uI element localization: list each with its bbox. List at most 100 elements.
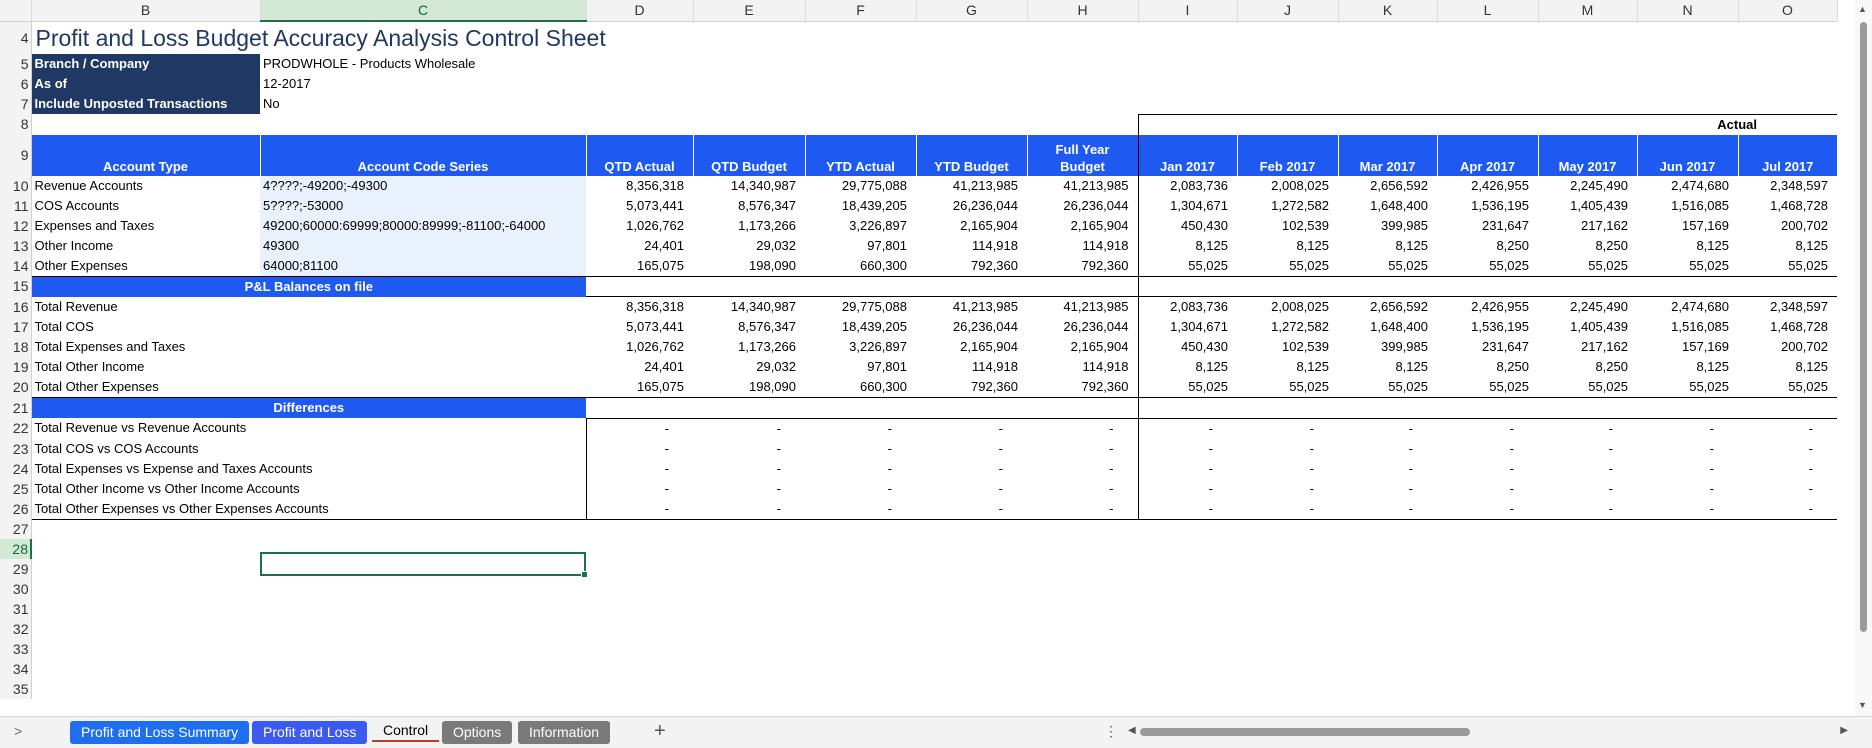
cell[interactable] [1637, 21, 1738, 54]
value-cell[interactable]: 1,405,439 [1538, 317, 1637, 337]
difference-label[interactable]: Total Revenue vs Revenue Accounts [31, 418, 586, 439]
cell[interactable] [31, 559, 260, 579]
cell[interactable] [693, 74, 805, 94]
cell[interactable] [1138, 539, 1237, 559]
column-header-c[interactable]: C [260, 0, 587, 22]
cell[interactable] [1237, 54, 1338, 74]
cell[interactable] [1538, 679, 1637, 699]
value-cell[interactable]: - [1338, 479, 1437, 499]
value-cell[interactable]: - [1437, 498, 1538, 520]
value-cell[interactable]: 1,536,195 [1437, 196, 1538, 216]
cell[interactable] [1027, 659, 1138, 679]
value-cell[interactable]: 3,226,897 [805, 216, 916, 236]
value-cell[interactable]: - [916, 498, 1027, 520]
cell[interactable] [1738, 94, 1837, 114]
value-cell[interactable]: - [1637, 439, 1738, 459]
cell[interactable] [1637, 539, 1738, 559]
cell[interactable] [586, 639, 693, 659]
value-cell[interactable]: - [585, 418, 693, 439]
cell[interactable] [31, 639, 260, 659]
cell[interactable] [1027, 539, 1138, 559]
row-header[interactable]: 11 [0, 195, 32, 216]
value-cell[interactable]: 114,918 [1027, 236, 1138, 256]
cell[interactable] [1027, 679, 1138, 699]
vertical-scroll-thumb[interactable] [1860, 22, 1867, 632]
difference-label[interactable]: Total COS vs COS Accounts [31, 439, 586, 459]
cell[interactable] [31, 679, 260, 699]
row-header[interactable]: 19 [0, 357, 32, 377]
cell[interactable] [31, 114, 260, 135]
spreadsheet-grid[interactable]: B C D E F G H I J K L M N O 4 Profit and Loss Budget Ac… [0, 0, 1838, 699]
value-cell[interactable]: - [805, 418, 916, 439]
value-cell[interactable]: 55,025 [1137, 377, 1237, 398]
cell[interactable] [1237, 397, 1338, 419]
cell[interactable] [1738, 74, 1837, 94]
value-cell[interactable]: 29,032 [693, 236, 805, 256]
value-cell[interactable]: - [805, 459, 916, 479]
cell[interactable] [1437, 559, 1538, 579]
parameter-value[interactable]: 12-2017 [260, 74, 586, 94]
value-cell[interactable]: - [1137, 498, 1237, 520]
row-header[interactable]: 31 [0, 599, 32, 619]
row-header[interactable]: 12 [0, 215, 32, 236]
value-cell[interactable]: - [1738, 418, 1837, 439]
value-cell[interactable]: 8,576,347 [693, 317, 805, 337]
value-cell[interactable]: 102,539 [1237, 216, 1338, 236]
cell[interactable] [1437, 276, 1538, 297]
cell[interactable] [1637, 659, 1738, 679]
cell[interactable] [1738, 599, 1837, 619]
value-cell[interactable]: - [1738, 459, 1837, 479]
value-cell[interactable]: 792,360 [916, 377, 1027, 398]
value-cell[interactable]: - [693, 459, 805, 479]
cell[interactable] [805, 559, 916, 579]
cell[interactable] [916, 579, 1027, 599]
cell[interactable] [693, 519, 805, 539]
value-cell[interactable]: - [693, 418, 805, 439]
value-cell[interactable]: - [585, 458, 693, 479]
cell[interactable] [1437, 21, 1538, 54]
value-cell[interactable]: - [1027, 459, 1138, 479]
difference-label[interactable]: Total Expenses vs Expense and Taxes Acco… [31, 459, 586, 479]
cell[interactable] [1138, 519, 1237, 539]
column-header-o[interactable]: O [1738, 0, 1838, 22]
cell[interactable] [916, 276, 1027, 297]
cell[interactable] [1437, 539, 1538, 559]
column-header-h[interactable]: H [1027, 0, 1139, 22]
value-cell[interactable]: 8,125 [1738, 236, 1837, 256]
cell[interactable] [1738, 276, 1837, 297]
cell[interactable] [916, 54, 1027, 74]
cell[interactable] [1637, 599, 1738, 619]
value-cell[interactable]: 8,125 [1137, 235, 1237, 256]
cell[interactable] [1338, 539, 1437, 559]
value-cell[interactable]: - [1137, 418, 1237, 439]
value-cell[interactable]: 1,173,266 [693, 216, 805, 236]
cell[interactable] [1437, 74, 1538, 94]
value-cell[interactable]: 2,008,025 [1237, 297, 1338, 318]
value-cell[interactable]: 1,648,400 [1338, 317, 1437, 337]
scroll-left-arrow-icon[interactable]: ◀ [1128, 725, 1136, 736]
total-label[interactable]: Total Other Expenses [31, 377, 260, 398]
cell[interactable] [916, 639, 1027, 659]
cell[interactable] [31, 519, 260, 539]
value-cell[interactable]: 660,300 [805, 255, 916, 277]
cell[interactable] [586, 54, 693, 74]
cell[interactable] [31, 659, 260, 679]
row-header[interactable]: 7 [0, 94, 32, 114]
cell[interactable] [260, 297, 586, 318]
cell[interactable] [693, 21, 805, 54]
account-code-series[interactable]: 64000;81100 [260, 255, 586, 277]
cell[interactable] [1738, 679, 1837, 699]
cell[interactable] [805, 599, 916, 619]
value-cell[interactable]: 8,125 [1237, 357, 1338, 377]
cell[interactable] [1237, 619, 1338, 639]
column-header-i[interactable]: I [1138, 0, 1238, 22]
tab-information[interactable]: Information [518, 721, 611, 744]
value-cell[interactable]: 29,775,088 [805, 297, 916, 318]
value-cell[interactable]: - [916, 479, 1027, 499]
value-cell[interactable]: - [1637, 498, 1738, 520]
cell[interactable] [1338, 659, 1437, 679]
row-header[interactable]: 28 [0, 539, 32, 559]
cell[interactable] [1027, 559, 1138, 579]
value-cell[interactable]: 114,918 [916, 357, 1027, 377]
row-header[interactable]: 9 [0, 134, 32, 176]
